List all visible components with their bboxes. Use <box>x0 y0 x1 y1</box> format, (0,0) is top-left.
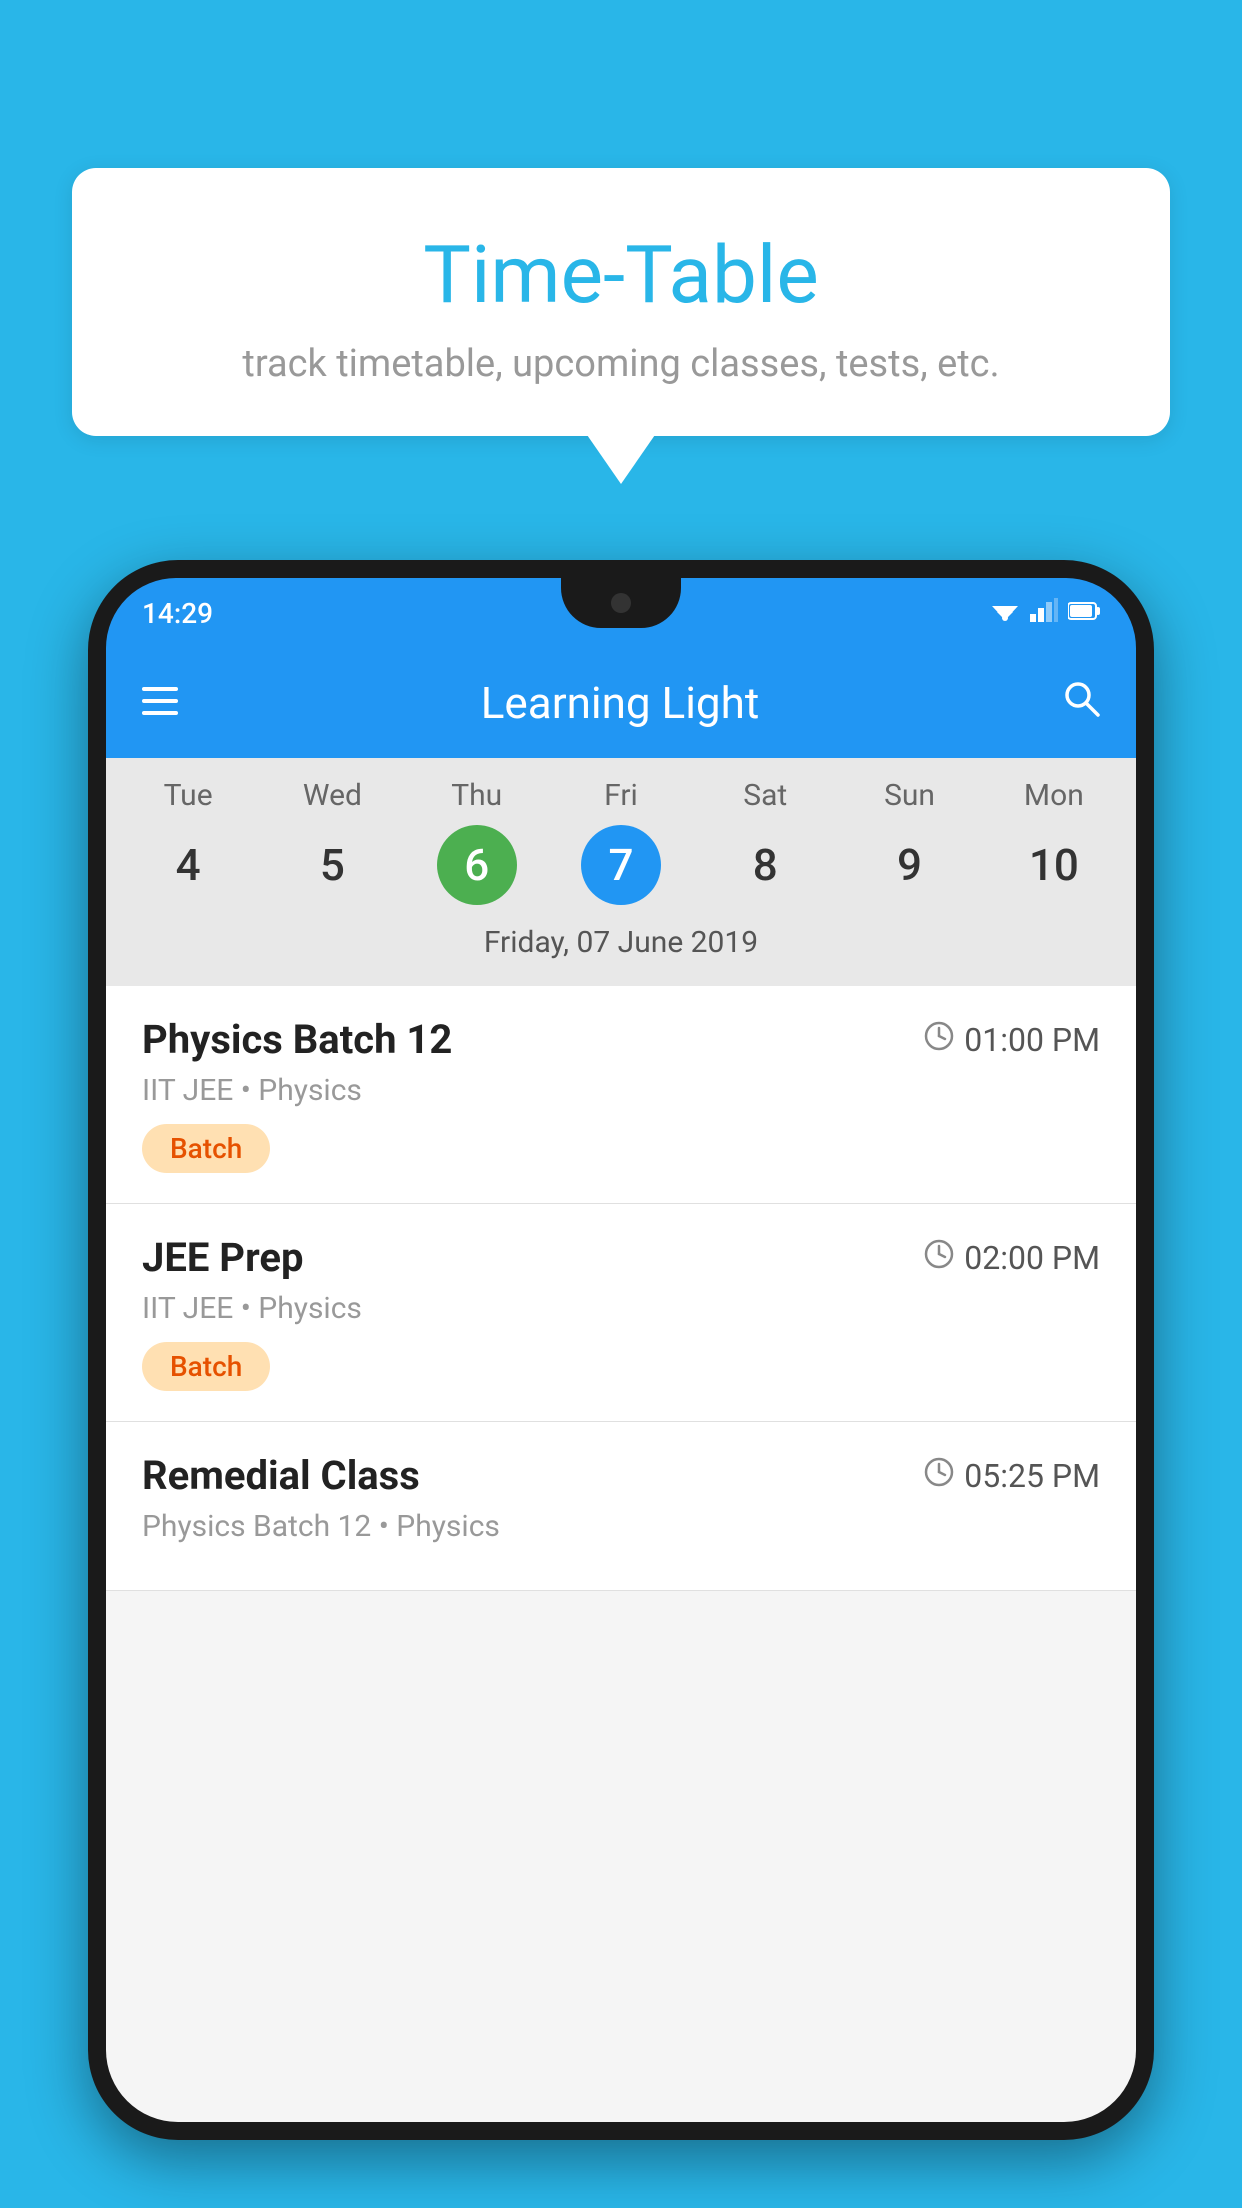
day-number[interactable]: 10 <box>1014 825 1094 905</box>
item-subtitle: IIT JEE • Physics <box>142 1291 1100 1326</box>
schedule-item[interactable]: JEE Prep 02:00 PM IIT JEE • Physics Batc… <box>106 1204 1136 1422</box>
hamburger-icon[interactable] <box>142 684 178 722</box>
day-name: Tue <box>164 778 213 813</box>
item-header: JEE Prep 02:00 PM <box>142 1234 1100 1281</box>
schedule-list: Physics Batch 12 01:00 PM IIT JEE • Phys… <box>106 986 1136 1591</box>
day-name: Mon <box>1024 778 1084 813</box>
item-time: 02:00 PM <box>924 1239 1100 1277</box>
status-icons <box>990 598 1100 628</box>
item-title: JEE Prep <box>142 1234 303 1281</box>
day-number[interactable]: 4 <box>148 825 228 905</box>
speech-bubble-subtitle: track timetable, upcoming classes, tests… <box>122 342 1120 386</box>
days-row: Tue 4 Wed 5 Thu 6 Fri 7 Sat 8 Sun 9 Mon 10 <box>106 778 1136 905</box>
item-header: Remedial Class 05:25 PM <box>142 1452 1100 1499</box>
day-number[interactable]: 8 <box>725 825 805 905</box>
day-col-sun[interactable]: Sun 9 <box>845 778 975 905</box>
item-subtitle: IIT JEE • Physics <box>142 1073 1100 1108</box>
day-col-thu[interactable]: Thu 6 <box>412 778 542 905</box>
item-badge: Batch <box>142 1342 270 1391</box>
item-title: Physics Batch 12 <box>142 1016 452 1063</box>
schedule-item[interactable]: Remedial Class 05:25 PM Physics Batch 12… <box>106 1422 1136 1591</box>
day-name: Thu <box>451 778 502 813</box>
day-name: Sun <box>884 778 935 813</box>
day-col-wed[interactable]: Wed 5 <box>267 778 397 905</box>
clock-icon <box>924 1239 954 1277</box>
phone-screen: Learning Light Tue4Wed5Thu6Fri7Sat8Sun9M… <box>106 648 1136 2122</box>
clock-icon <box>924 1457 954 1495</box>
status-bar: 14:29 <box>106 578 1136 648</box>
item-badge: Batch <box>142 1124 270 1173</box>
status-time: 14:29 <box>142 597 213 630</box>
calendar-strip: Tue 4 Wed 5 Thu 6 Fri 7 Sat 8 Sun 9 Mon 10 Friday, 07… <box>106 758 1136 986</box>
day-col-fri[interactable]: Fri 7 <box>556 778 686 905</box>
item-title: Remedial Class <box>142 1452 420 1499</box>
item-time: 05:25 PM <box>924 1457 1100 1495</box>
day-name: Wed <box>303 778 362 813</box>
phone-wrapper: 14:29 <box>88 560 1154 2208</box>
clock-icon <box>924 1021 954 1059</box>
day-number[interactable]: 7 <box>581 825 661 905</box>
app-title: Learning Light <box>208 677 1032 729</box>
day-number[interactable]: 6 <box>437 825 517 905</box>
app-header: Learning Light <box>106 648 1136 758</box>
day-name: Fri <box>604 778 638 813</box>
signal-icon <box>1030 598 1058 628</box>
speech-bubble-title: Time-Table <box>122 228 1120 322</box>
selected-date-label: Friday, 07 June 2019 <box>106 915 1136 976</box>
phone-frame: 14:29 <box>88 560 1154 2140</box>
item-subtitle: Physics Batch 12 • Physics <box>142 1509 1100 1544</box>
wifi-icon <box>990 598 1020 628</box>
day-name: Sat <box>743 778 787 813</box>
item-header: Physics Batch 12 01:00 PM <box>142 1016 1100 1063</box>
day-number[interactable]: 9 <box>870 825 950 905</box>
schedule-item[interactable]: Physics Batch 12 01:00 PM IIT JEE • Phys… <box>106 986 1136 1204</box>
day-col-mon[interactable]: Mon 10 <box>989 778 1119 905</box>
notch-cutout <box>561 578 681 628</box>
battery-icon <box>1068 599 1100 627</box>
day-col-tue[interactable]: Tue 4 <box>123 778 253 905</box>
camera <box>611 593 631 613</box>
search-icon[interactable] <box>1062 679 1100 727</box>
day-col-sat[interactable]: Sat 8 <box>700 778 830 905</box>
day-number[interactable]: 5 <box>292 825 372 905</box>
item-time: 01:00 PM <box>924 1021 1100 1059</box>
speech-bubble: Time-Table track timetable, upcoming cla… <box>72 168 1170 436</box>
